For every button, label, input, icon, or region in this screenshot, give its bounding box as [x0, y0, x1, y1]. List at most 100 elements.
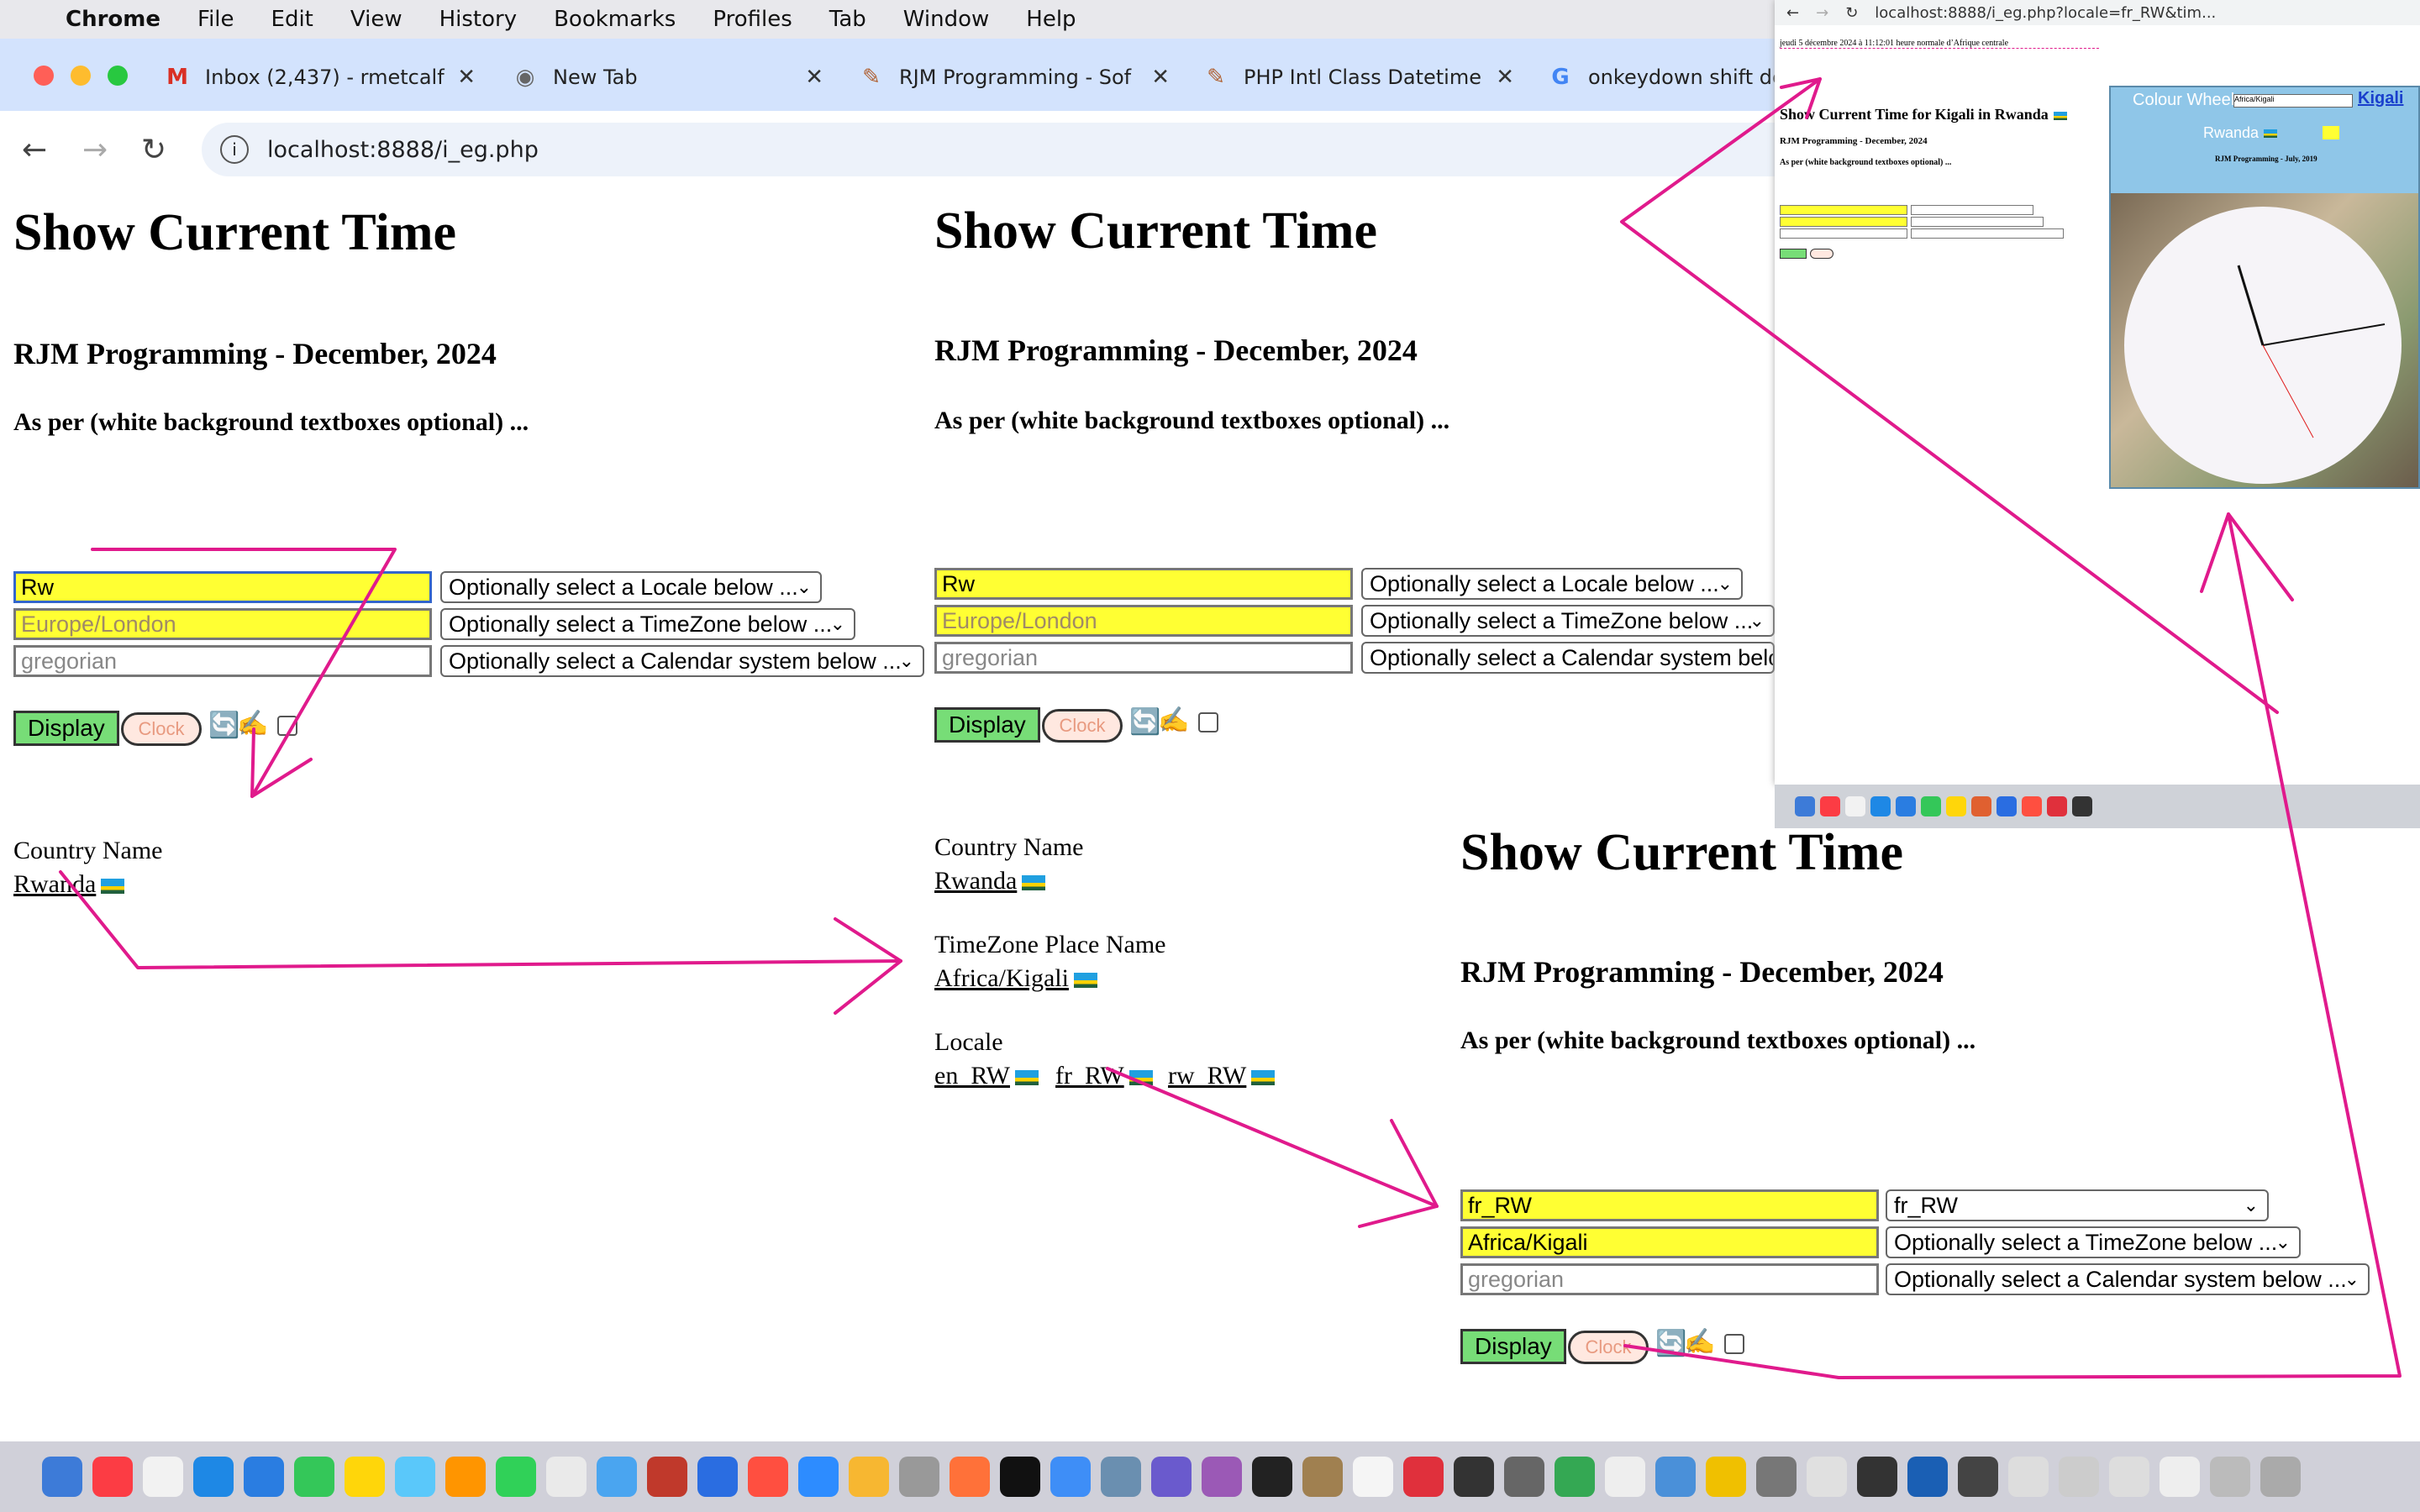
zoom-window-button[interactable]: [108, 66, 128, 86]
close-icon[interactable]: ✕: [1496, 65, 1514, 90]
safari-icon[interactable]: [193, 1457, 234, 1497]
clock-button[interactable]: Clock: [121, 712, 202, 746]
chrome-icon[interactable]: [1555, 1457, 1595, 1497]
option-checkbox[interactable]: [1724, 1334, 1744, 1354]
timezone-select[interactable]: Optionally select a TimeZone below ... ⌄: [1361, 605, 1775, 637]
xcode-icon[interactable]: [1050, 1457, 1091, 1497]
option-checkbox[interactable]: [1198, 712, 1218, 732]
locale-link-fr-rw[interactable]: fr_RW: [1055, 1062, 1153, 1090]
filezilla-icon[interactable]: [647, 1457, 687, 1497]
menu-window[interactable]: Window: [903, 7, 990, 32]
popup-timezone-select[interactable]: [1911, 217, 2044, 227]
popup-calendar-input[interactable]: [1780, 228, 1907, 239]
menu-bookmarks[interactable]: Bookmarks: [554, 7, 676, 32]
menu-edit[interactable]: Edit: [271, 7, 313, 32]
app-icon-5[interactable]: [2059, 1457, 2099, 1497]
music-icon[interactable]: [92, 1457, 133, 1497]
document-icon[interactable]: [546, 1457, 587, 1497]
bbedit-icon[interactable]: [1151, 1457, 1192, 1497]
timezone-input[interactable]: Europe/London: [934, 605, 1353, 637]
filezilla-icon[interactable]: [1971, 796, 1991, 816]
calendar-select[interactable]: Optionally select a Calendar system belo…: [1886, 1263, 2370, 1295]
writing-hand-icon[interactable]: ✍: [1684, 1327, 1715, 1357]
app-icon[interactable]: [1302, 1457, 1343, 1497]
mail-icon[interactable]: [244, 1457, 284, 1497]
wheel-timezone-select[interactable]: Africa/Kigali: [2233, 94, 2353, 108]
system-settings-icon[interactable]: [1756, 1457, 1797, 1497]
locale-input[interactable]: fr_RW: [1460, 1189, 1879, 1221]
display-button[interactable]: Display: [13, 711, 119, 746]
file-icon[interactable]: [1605, 1457, 1645, 1497]
firefox-icon[interactable]: [950, 1457, 990, 1497]
writing-hand-icon[interactable]: ✍: [1158, 706, 1189, 735]
close-icon[interactable]: ✕: [457, 65, 476, 90]
forward-icon[interactable]: →: [1816, 4, 1828, 22]
tab-rjm-programming[interactable]: ✎ RJM Programming - Sof ✕: [859, 52, 1170, 102]
music-icon[interactable]: [1820, 796, 1840, 816]
safari-icon[interactable]: [1870, 796, 1891, 816]
reload-icon[interactable]: ↻: [141, 133, 166, 167]
popup-display-button[interactable]: [1780, 249, 1807, 259]
app-icon-3[interactable]: [1958, 1457, 1998, 1497]
locale-input[interactable]: Rw: [934, 568, 1353, 600]
clock-button[interactable]: Clock: [1042, 709, 1123, 743]
timezone-input[interactable]: Africa/Kigali: [1460, 1226, 1879, 1258]
timezone-select[interactable]: Optionally select a TimeZone below ... ⌄: [1886, 1226, 2301, 1258]
reload-icon[interactable]: ↻: [1845, 4, 1858, 22]
popup-locale-select[interactable]: [1911, 205, 2033, 215]
locale-select[interactable]: Optionally select a Locale below ... ⌄: [1361, 568, 1743, 600]
wheel-kigali-link[interactable]: Kigali: [2358, 89, 2403, 108]
writing-hand-icon[interactable]: ✍: [237, 709, 268, 738]
menu-history[interactable]: History: [439, 7, 518, 32]
timezone-link[interactable]: Africa/Kigali: [934, 964, 1097, 993]
opera-icon[interactable]: [1403, 1457, 1444, 1497]
app-icon-6[interactable]: [2109, 1457, 2149, 1497]
messages-icon[interactable]: [294, 1457, 334, 1497]
finder-icon[interactable]: [42, 1457, 82, 1497]
app-store-icon[interactable]: [1996, 796, 2017, 816]
locale-link-rw-rw[interactable]: rw_RW: [1168, 1062, 1276, 1090]
finder-icon[interactable]: [1795, 796, 1815, 816]
activity-monitor-icon[interactable]: [1857, 1457, 1897, 1497]
console-icon[interactable]: [1252, 1457, 1292, 1497]
tab-onkeydown[interactable]: G onkeydown shift de: [1548, 52, 1775, 102]
minimize-window-button[interactable]: [71, 66, 91, 86]
close-window-button[interactable]: [34, 66, 54, 86]
country-link[interactable]: Rwanda: [13, 870, 125, 899]
calendar-select[interactable]: Optionally select a Calendar system belo…: [440, 645, 924, 677]
facetime-icon[interactable]: [496, 1457, 536, 1497]
option-checkbox[interactable]: [277, 716, 297, 736]
locale-select[interactable]: Optionally select a Locale below ... ⌄: [440, 571, 822, 603]
popup-url[interactable]: localhost:8888/i_eg.php?locale=fr_RW&tim…: [1875, 4, 2216, 22]
paint-icon[interactable]: [1807, 1457, 1847, 1497]
back-icon[interactable]: ←: [1786, 4, 1799, 22]
notes-icon[interactable]: [1946, 796, 1966, 816]
podcasts-icon[interactable]: [1202, 1457, 1242, 1497]
popup-timezone-input[interactable]: [1780, 217, 1907, 227]
popup-calendar-select[interactable]: [1911, 228, 2064, 239]
calculator-icon[interactable]: [1504, 1457, 1544, 1497]
downloads-icon[interactable]: [2210, 1457, 2250, 1497]
maps-icon[interactable]: [597, 1457, 637, 1497]
terminal-icon[interactable]: [2072, 796, 2092, 816]
app-icon-4[interactable]: [2008, 1457, 2049, 1497]
news-icon[interactable]: [748, 1457, 788, 1497]
messages-icon[interactable]: [1921, 796, 1941, 816]
opera-icon[interactable]: [2047, 796, 2067, 816]
launchpad-icon[interactable]: [143, 1457, 183, 1497]
pinwheel-icon[interactable]: [849, 1457, 889, 1497]
photos-icon[interactable]: [445, 1457, 486, 1497]
site-info-icon[interactable]: i: [220, 135, 249, 164]
tab-new-tab[interactable]: ◉ New Tab ✕: [513, 52, 823, 102]
refresh-icon[interactable]: 🔄: [1655, 1329, 1686, 1358]
trash-icon[interactable]: [2260, 1457, 2301, 1497]
timezone-input[interactable]: Europe/London: [13, 608, 432, 640]
menu-file[interactable]: File: [197, 7, 234, 32]
app-store-icon[interactable]: [697, 1457, 738, 1497]
popup-clock-button[interactable]: [1810, 249, 1833, 259]
menu-view[interactable]: View: [350, 7, 402, 32]
refresh-icon[interactable]: 🔄: [208, 711, 239, 740]
calendar-icon[interactable]: [1353, 1457, 1393, 1497]
menu-app-chrome[interactable]: Chrome: [66, 7, 160, 32]
launchpad-icon[interactable]: [1845, 796, 1865, 816]
